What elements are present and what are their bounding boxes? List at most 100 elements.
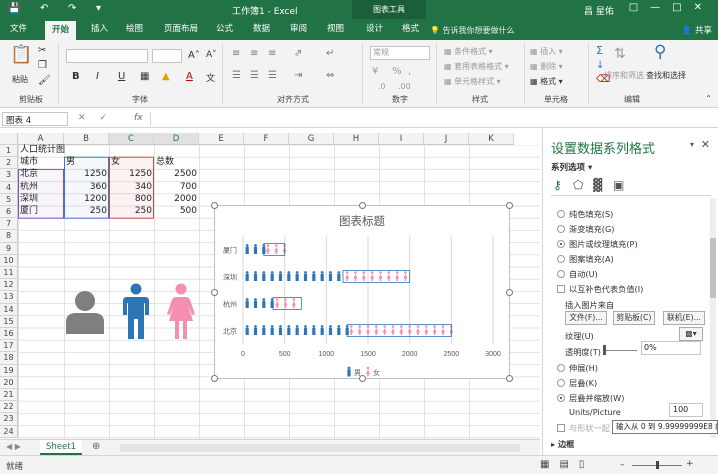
- worksheet-grid[interactable]: ABCDEFGHIJK 1 2 3 4 5 6 7 8 9 10 11 12 13 14 15 16 17 18 1…: [0, 133, 540, 439]
- cell[interactable]: 总数: [154, 157, 199, 169]
- resize-handle[interactable]: [211, 375, 218, 382]
- units-picture-input[interactable]: 100: [669, 403, 703, 417]
- customize-quick-access-icon[interactable]: ▾: [96, 3, 101, 15]
- transparency-input[interactable]: 0%: [641, 341, 701, 355]
- cell[interactable]: 城市: [18, 157, 64, 169]
- shrink-font-icon[interactable]: A˅: [206, 50, 217, 60]
- align-top-icon[interactable]: ≡: [232, 48, 240, 59]
- gradient-fill-radio[interactable]: 渐变填充(G): [557, 223, 614, 235]
- solid-fill-radio[interactable]: 纯色填充(S): [557, 208, 613, 220]
- stack-scale-radio[interactable]: 层叠并缩放(W): [557, 392, 624, 404]
- align-right-icon[interactable]: ☰: [268, 70, 277, 81]
- resize-handle[interactable]: [211, 289, 218, 296]
- column-header[interactable]: C: [109, 133, 154, 145]
- bar-男-杭州[interactable]: [245, 298, 274, 308]
- row-header[interactable]: 4: [0, 181, 18, 194]
- cell[interactable]: 340: [109, 182, 154, 194]
- align-middle-icon[interactable]: ≡: [250, 48, 258, 59]
- tab-design[interactable]: 设计: [366, 23, 383, 36]
- fx-icon[interactable]: fx: [134, 113, 143, 123]
- increase-decimal-icon[interactable]: .0: [378, 82, 386, 91]
- resize-handle[interactable]: [359, 375, 366, 382]
- tab-view[interactable]: 视图: [327, 23, 344, 36]
- row-header[interactable]: 16: [0, 328, 18, 341]
- undo-icon[interactable]: ↶: [40, 3, 48, 15]
- bold-button[interactable]: B: [72, 71, 80, 82]
- sort-filter-icon[interactable]: ⇅: [614, 46, 626, 62]
- cut-icon[interactable]: ✂: [38, 45, 46, 56]
- row-header[interactable]: 11: [0, 267, 18, 280]
- row-header[interactable]: 24: [0, 425, 18, 438]
- row-header[interactable]: 13: [0, 291, 18, 304]
- sort-filter-label[interactable]: 排序和筛选: [604, 70, 644, 81]
- formula-input[interactable]: [150, 112, 540, 126]
- chart-area[interactable]: 图表标题 0 500 1000 1500 2000 2500 3000 北京 杭州 深圳 厦门男女: [211, 202, 513, 382]
- row-header[interactable]: 5: [0, 193, 18, 206]
- tell-me-box[interactable]: 💡 告诉我你想要做什么: [430, 25, 515, 36]
- collapse-ribbon-icon[interactable]: ⌃: [705, 94, 712, 103]
- wrap-text-icon[interactable]: ↵: [326, 48, 334, 59]
- tab-review[interactable]: 审阅: [290, 23, 307, 36]
- resize-handle[interactable]: [506, 202, 513, 209]
- cell[interactable]: 700: [154, 182, 199, 194]
- bar-女-厦门[interactable]: [263, 243, 287, 256]
- find-select-label[interactable]: 查找和选择: [646, 70, 686, 81]
- column-header[interactable]: J: [424, 133, 469, 145]
- tab-home[interactable]: 开始: [45, 21, 77, 40]
- column-header[interactable]: A: [18, 133, 64, 145]
- phonetic-icon[interactable]: 文: [206, 71, 215, 84]
- resize-handle[interactable]: [211, 202, 218, 209]
- row-header[interactable]: 2: [0, 157, 18, 170]
- font-size-box[interactable]: [152, 49, 182, 63]
- paste-label[interactable]: 粘贴: [12, 74, 28, 85]
- redo-icon[interactable]: ↷: [68, 3, 76, 15]
- underline-button[interactable]: U: [118, 71, 125, 82]
- series-options-icon[interactable]: ▓: [593, 178, 602, 192]
- stack-radio[interactable]: 层叠(K): [557, 377, 597, 389]
- row-header[interactable]: 22: [0, 401, 18, 414]
- cell[interactable]: 360: [64, 182, 109, 194]
- zoom-slider-thumb[interactable]: [656, 461, 659, 469]
- bar-男-北京[interactable]: [245, 325, 349, 335]
- row-header[interactable]: 3: [0, 169, 18, 182]
- row-header[interactable]: 23: [0, 413, 18, 426]
- row-header[interactable]: 17: [0, 340, 18, 353]
- online-button[interactable]: 联机(E)...: [663, 311, 705, 325]
- save-icon[interactable]: 💾: [8, 3, 20, 15]
- user-name[interactable]: 昌 星佑: [584, 4, 614, 17]
- indent-icon[interactable]: ⇥: [294, 70, 302, 81]
- person-male-icon[interactable]: [121, 283, 151, 339]
- person-female-icon[interactable]: [166, 283, 196, 339]
- column-header[interactable]: G: [289, 133, 334, 145]
- fill-line-icon[interactable]: ⚷: [553, 178, 562, 192]
- orientation-icon[interactable]: ⇗: [294, 48, 302, 59]
- view-buttons[interactable]: ▦▤▯: [540, 459, 594, 470]
- effects-icon[interactable]: ⬠: [573, 178, 583, 192]
- series-options-dropdown[interactable]: 系列选项 ▾: [551, 161, 592, 173]
- row-header[interactable]: 21: [0, 389, 18, 402]
- find-select-icon[interactable]: ⚲: [654, 42, 666, 62]
- row-header[interactable]: 15: [0, 315, 18, 328]
- grow-font-icon[interactable]: A˄: [188, 50, 200, 61]
- row-header[interactable]: 1: [0, 145, 18, 158]
- column-header[interactable]: H: [334, 133, 379, 145]
- cell[interactable]: 1250: [64, 169, 109, 181]
- column-header[interactable]: I: [379, 133, 424, 145]
- column-header[interactable]: E: [199, 133, 244, 145]
- align-left-icon[interactable]: ☰: [232, 70, 241, 81]
- format-as-table-button[interactable]: ▦ 套用表格格式 ▾: [444, 61, 509, 72]
- border-icon[interactable]: ▦: [140, 71, 149, 82]
- number-format-box[interactable]: 常规: [370, 46, 430, 60]
- bar-女-深圳[interactable]: [342, 270, 411, 283]
- resize-handle[interactable]: [506, 375, 513, 382]
- row-header[interactable]: 7: [0, 218, 18, 231]
- merge-icon[interactable]: ⇔: [326, 70, 334, 81]
- add-sheet-icon[interactable]: ⊕: [92, 441, 100, 452]
- row-header[interactable]: 10: [0, 254, 18, 267]
- percent-icon[interactable]: %: [392, 66, 402, 77]
- rotate-with-shape-checkbox[interactable]: 与形状一起: [557, 422, 610, 434]
- tab-data[interactable]: 数据: [253, 23, 270, 36]
- cell[interactable]: 250: [109, 206, 154, 218]
- column-header[interactable]: K: [469, 133, 514, 145]
- horizontal-scrollbar[interactable]: [120, 444, 520, 452]
